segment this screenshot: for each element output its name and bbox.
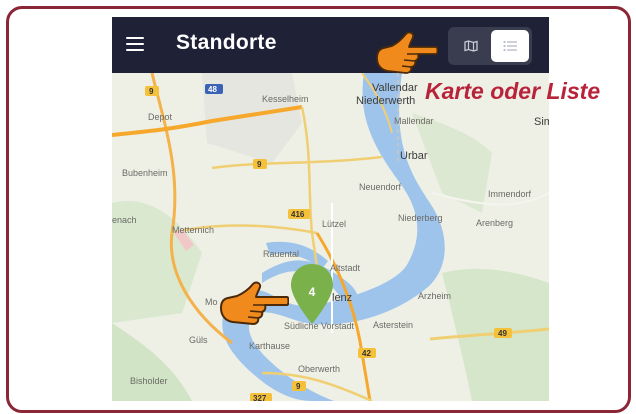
cluster-count: 4 (308, 285, 316, 299)
place-immendorf: Immendorf (488, 189, 532, 199)
svg-text:9: 9 (257, 160, 262, 169)
view-toggle (448, 27, 532, 65)
svg-text:42: 42 (362, 349, 371, 358)
place-guls: Güls (189, 335, 208, 345)
place-oberwerth: Oberwerth (298, 364, 340, 374)
road-shield-9b: 9 (253, 159, 267, 169)
road-shield-9c: 9 (292, 381, 306, 391)
road-shield-49: 49 (494, 328, 512, 338)
place-niederberg: Niederberg (398, 213, 443, 223)
place-metternich: Metternich (172, 225, 214, 235)
place-depot: Depot (148, 112, 173, 122)
place-asterstein: Asterstein (373, 320, 413, 330)
pointer-hand-icon-pin (220, 281, 289, 325)
svg-text:416: 416 (291, 210, 305, 219)
place-mallendar: Mallendar (394, 116, 434, 126)
svg-text:9: 9 (149, 87, 154, 96)
place-arenberg: Arenberg (476, 218, 513, 228)
road-shield-416: 416 (288, 209, 310, 219)
map-view[interactable]: Vallendar Kesselheim Niederwerth Mallend… (112, 73, 549, 401)
map-icon (464, 40, 478, 52)
place-urbar: Urbar (400, 150, 428, 162)
annotation-label: Karte oder Liste (425, 78, 601, 104)
place-altstadt: Altstadt (330, 263, 361, 273)
place-vallendar: Vallendar (372, 82, 418, 94)
list-view-button[interactable] (491, 30, 529, 62)
place-arzheim: Arzheim (418, 291, 451, 301)
place-niederwerth: Niederwerth (356, 95, 415, 107)
svg-text:9: 9 (296, 382, 301, 391)
place-kesselheim: Kesselheim (262, 94, 309, 104)
place-mo: Mo (205, 297, 218, 307)
hamburger-menu-icon[interactable] (126, 37, 144, 51)
svg-text:48: 48 (208, 85, 217, 94)
place-enach: enach (112, 215, 137, 225)
place-rauental: Rauental (263, 249, 299, 259)
app-screenshot: Standorte Vallendar Kesselheim Niederwer… (112, 17, 549, 401)
place-karthause: Karthause (249, 341, 290, 351)
svg-text:49: 49 (498, 329, 507, 338)
list-icon (503, 40, 517, 52)
place-lutzel: Lützel (322, 219, 346, 229)
place-bisholder: Bisholder (130, 376, 168, 386)
place-sim: Sim (534, 116, 549, 128)
road-shield-48: 48 (205, 84, 223, 94)
app-bar: Standorte (112, 17, 549, 73)
place-bubenheim: Bubenheim (122, 168, 168, 178)
location-cluster-pin[interactable]: 4 (290, 263, 334, 330)
road-shield-9a: 9 (145, 86, 159, 96)
road-shield-327: 327 (250, 393, 272, 401)
place-neuendorf: Neuendorf (359, 182, 402, 192)
road-shield-42: 42 (358, 348, 376, 358)
page-title: Standorte (176, 31, 277, 54)
map-view-button[interactable] (452, 30, 490, 62)
svg-text:327: 327 (253, 394, 267, 401)
place-lenz: lenz (332, 292, 352, 304)
pointer-hand-icon-toggle (376, 31, 438, 74)
